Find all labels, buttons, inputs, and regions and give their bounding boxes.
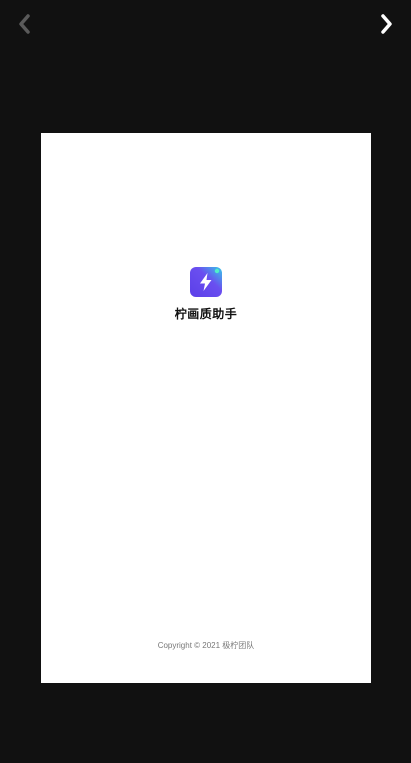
next-image-button[interactable] [373,10,401,38]
app-name: 柠画质助手 [174,307,238,321]
chevron-right-icon [381,14,392,34]
image-viewer: 柠画质助手 Copyright © 2021 极柠团队 [0,0,411,763]
previous-image-button[interactable] [10,10,38,38]
splash-screen-preview: 柠画质助手 Copyright © 2021 极柠团队 [41,133,371,683]
app-logo [190,267,222,297]
copyright-text: Copyright © 2021 极柠团队 [157,641,255,650]
chevron-left-icon [19,14,30,34]
lightning-bolt-icon [190,267,222,297]
